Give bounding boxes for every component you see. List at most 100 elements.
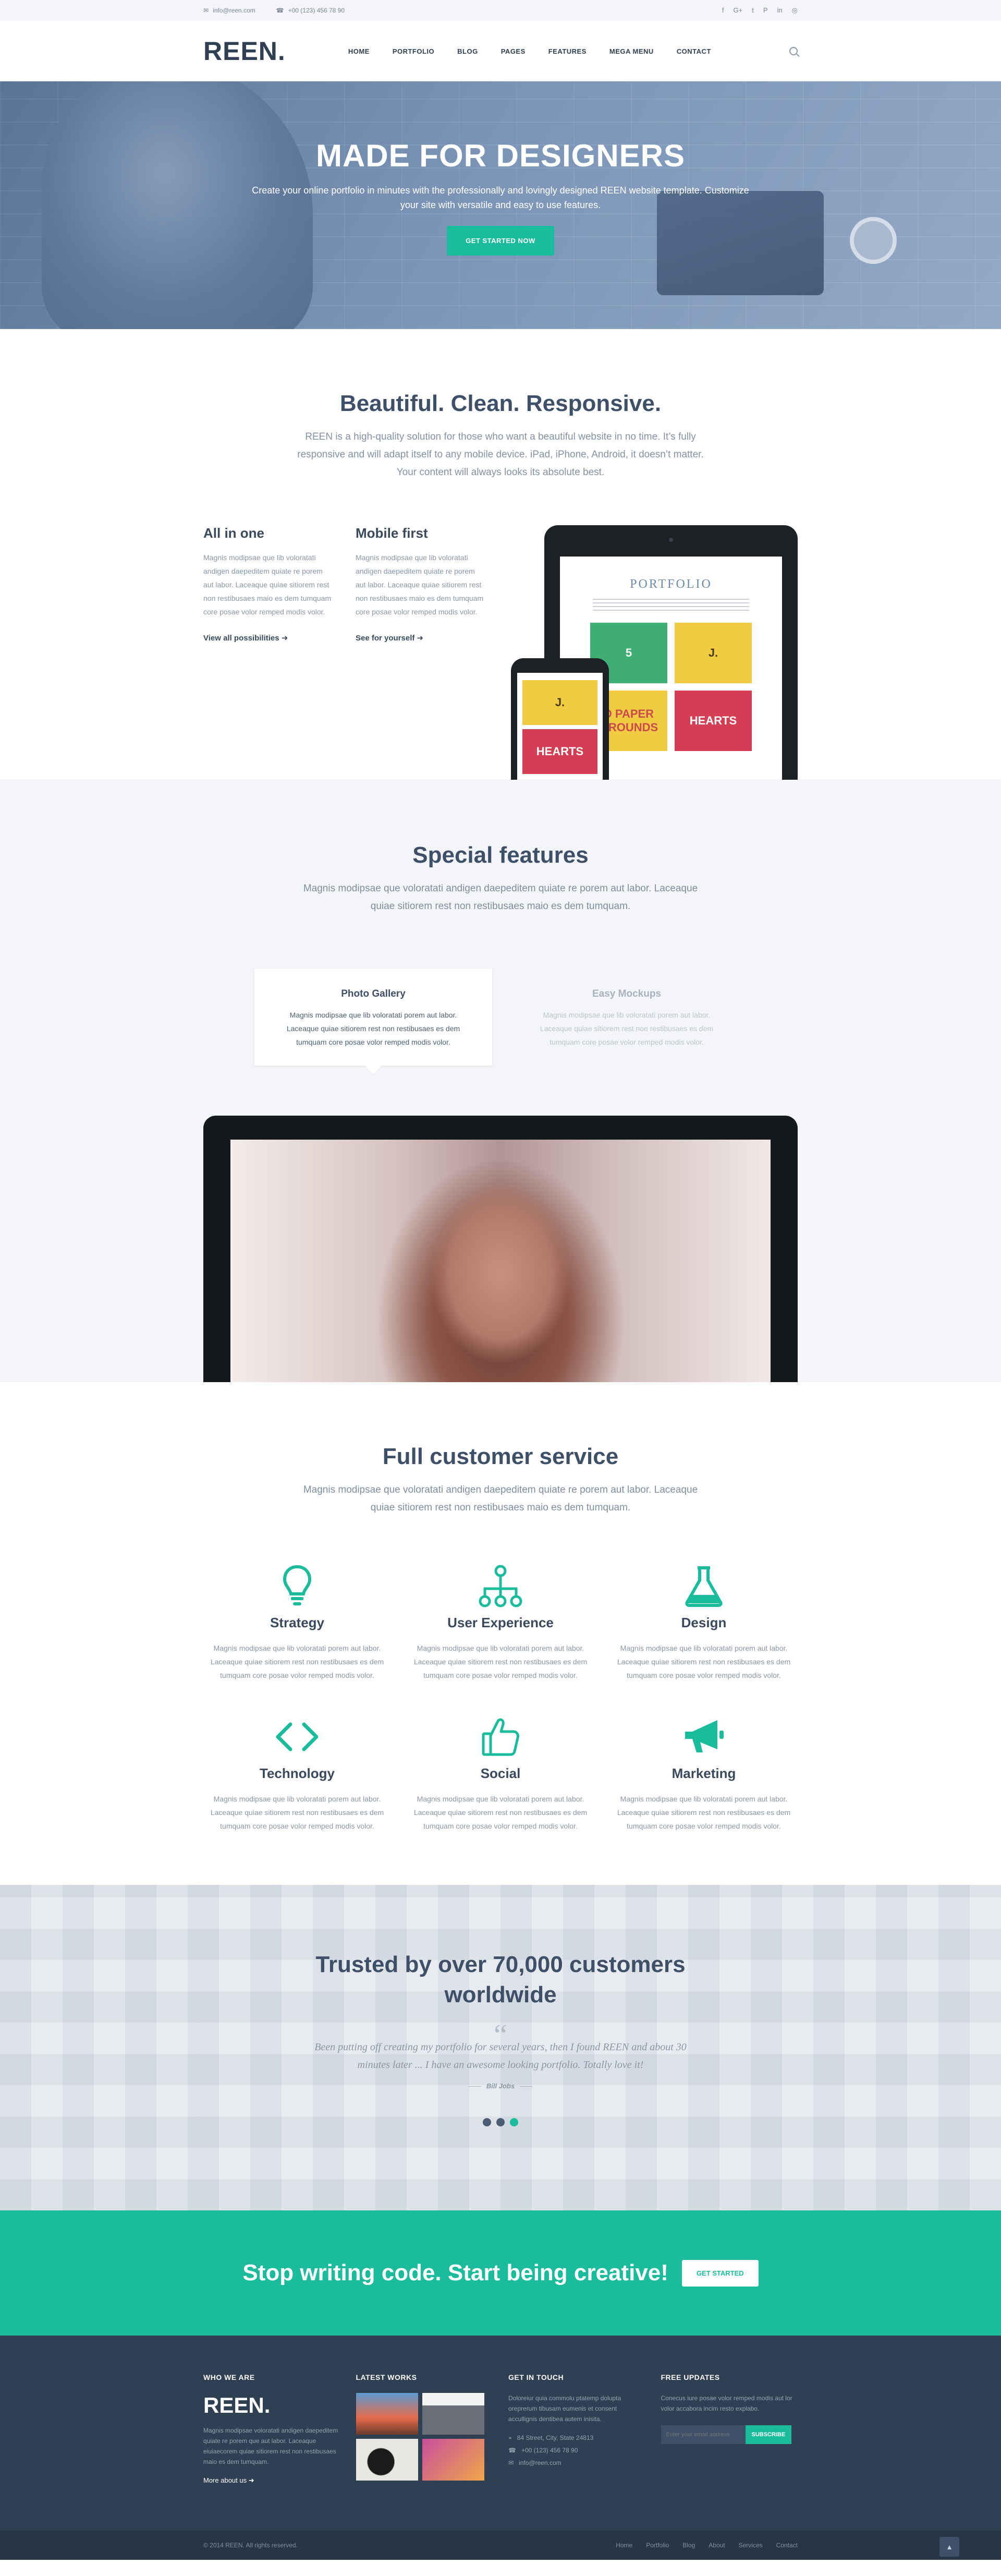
nav-home[interactable]: HOME: [348, 47, 370, 55]
more-about-us-link[interactable]: More about us ➜: [203, 2476, 254, 2485]
topbar-phone: ☎ +00 (123) 456 78 90: [276, 7, 345, 14]
nav-portfolio[interactable]: PORTFOLIO: [393, 47, 434, 55]
intro-lead: REEN is a high-quality solution for thos…: [297, 431, 704, 478]
tab-photo-gallery[interactable]: Photo Gallery Magnis modipsae que lib vo…: [254, 969, 492, 1074]
subscribe-email-input[interactable]: [661, 2425, 746, 2444]
footer-link-services[interactable]: Services: [739, 2542, 763, 2549]
thumbs-up-icon: [407, 1715, 594, 1758]
footer-updates-text: Conecus iure posae volor remped modis au…: [661, 2394, 792, 2412]
service-item: Social Magnis modipsae que lib voloratat…: [407, 1715, 594, 1833]
gallery-photo: [230, 1140, 771, 1382]
footer-logo[interactable]: REEN.: [203, 2393, 340, 2418]
work-thumbnail[interactable]: [422, 2439, 484, 2481]
footer-address-text: 84 Street, City, State 24813: [517, 2434, 594, 2441]
footer-heading: GET IN TOUCH: [508, 2373, 564, 2381]
service-item: Design Magnis modipsae que lib voloratat…: [610, 1565, 798, 1682]
footer-link-blog[interactable]: Blog: [682, 2542, 695, 2549]
features-section: Special features Magnis modipsae que vol…: [0, 780, 1001, 1382]
get-started-button[interactable]: GET STARTED: [681, 2259, 759, 2287]
work-thumbnail[interactable]: [422, 2393, 484, 2435]
envelope-icon: ✉: [508, 2459, 514, 2466]
flask-icon: [610, 1565, 798, 1607]
footer-link-home[interactable]: Home: [616, 2542, 632, 2549]
tab-easy-mockups[interactable]: Easy Mockups Magnis modipsae que lib vol…: [508, 969, 746, 1066]
service-text: Magnis modipsae que lib voloratati porem…: [413, 1644, 588, 1679]
service-item: Technology Magnis modipsae que lib volor…: [203, 1715, 391, 1833]
footer-free-updates: FREE UPDATES Conecus iure posae volor re…: [661, 2373, 798, 2485]
footer-phone: ☎ +00 (123) 456 78 90: [508, 2444, 645, 2457]
footer-email-text: info@reen.com: [519, 2459, 561, 2466]
carousel-dot[interactable]: [496, 2118, 505, 2126]
footer-who-we-are: WHO WE ARE REEN. Magnis modipsae volorat…: [203, 2373, 340, 2485]
facebook-icon[interactable]: f: [722, 6, 724, 15]
linkedin-icon[interactable]: in: [777, 6, 783, 15]
intro-column-all-in-one: All in one Magnis modipsae que lib volor…: [203, 525, 334, 643]
testimonial-section: Trusted by over 70,000 customers worldwi…: [0, 1885, 1001, 2210]
footer-link-portfolio[interactable]: Portfolio: [646, 2542, 669, 2549]
service-text: Magnis modipsae que lib voloratati porem…: [617, 1795, 791, 1830]
carousel-dot[interactable]: [483, 2118, 491, 2126]
see-for-yourself-link[interactable]: See for yourself ➜: [356, 633, 423, 643]
view-all-possibilities-link[interactable]: View all possibilities ➜: [203, 633, 288, 643]
service-title-marketing: Marketing: [672, 1765, 736, 1781]
nav-features[interactable]: FEATURES: [548, 47, 587, 55]
phone-screen: J. HEARTS: [517, 673, 603, 780]
footer-email[interactable]: ✉ info@reen.com: [508, 2457, 645, 2469]
carousel-dot-active[interactable]: [510, 2118, 518, 2126]
logo[interactable]: REEN.: [203, 36, 286, 66]
features-lead: Magnis modipsae que voloratati andigen d…: [303, 883, 698, 912]
nav-mega-menu[interactable]: MEGA MENU: [609, 47, 654, 55]
twitter-icon[interactable]: t: [752, 6, 754, 15]
footer-who-text: Magnis modipsae voloratati andigen daepe…: [203, 2427, 338, 2465]
nav-pages[interactable]: PAGES: [501, 47, 526, 55]
intro-column-mobile-first: Mobile first Magnis modipsae que lib vol…: [356, 525, 486, 643]
google-plus-icon[interactable]: G+: [734, 6, 743, 15]
hero-section: MADE FOR DESIGNERS Create your online po…: [0, 81, 1001, 329]
sitemap-icon: [407, 1565, 594, 1607]
testimonial-title: Trusted by over 70,000 customers worldwi…: [315, 1952, 686, 2007]
service-title-social: Social: [480, 1765, 521, 1781]
search-icon[interactable]: [789, 47, 798, 55]
phone-tile: J.: [522, 680, 597, 725]
footer-phone-text: +00 (123) 456 78 90: [521, 2447, 578, 2454]
nav-blog[interactable]: BLOG: [457, 47, 478, 55]
footer-contact-text: Doloreiur quia commolu ptatemp dolupta o…: [508, 2394, 621, 2423]
topbar-email[interactable]: ✉ info@reen.com: [203, 7, 255, 14]
work-thumbnail[interactable]: [356, 2393, 418, 2435]
footer-heading: LATEST WORKS: [356, 2373, 417, 2381]
footer-links: Home Portfolio Blog About Services Conta…: [616, 2542, 798, 2549]
pinterest-icon[interactable]: P: [763, 6, 768, 15]
cta-section: Stop writing code. Start being creative!…: [0, 2210, 1001, 2336]
work-thumbnail[interactable]: [356, 2439, 418, 2481]
subscribe-button[interactable]: SUBSCRIBE: [745, 2425, 792, 2444]
intro-col2-title: Mobile first: [356, 525, 428, 541]
service-grid: Strategy Magnis modipsae que lib volorat…: [203, 1565, 798, 1833]
tab-easy-mockups-text: Magnis modipsae que lib voloratati porem…: [540, 1011, 714, 1046]
intro-col1-title: All in one: [203, 525, 264, 541]
phone-icon: ☎: [276, 7, 284, 14]
footer-link-about[interactable]: About: [709, 2542, 725, 2549]
get-started-now-button[interactable]: GET STARTED NOW: [447, 226, 554, 256]
intro-section: Beautiful. Clean. Responsive. REEN is a …: [0, 329, 1001, 780]
dribbble-icon[interactable]: ◎: [792, 6, 798, 15]
cta-title: Stop writing code. Start being creative!: [242, 2260, 668, 2285]
service-title-strategy: Strategy: [270, 1615, 325, 1630]
topbar-contacts: ✉ info@reen.com ☎ +00 (123) 456 78 90: [203, 7, 345, 14]
code-icon: [203, 1715, 391, 1758]
service-title-design: Design: [681, 1615, 727, 1630]
service-title-technology: Technology: [260, 1765, 335, 1781]
footer-bottom-bar: © 2014 REEN. All rights reserved. Home P…: [0, 2531, 1001, 2560]
service-lead: Magnis modipsae que voloratati andigen d…: [303, 1484, 698, 1513]
phone-mockup: J. HEARTS: [511, 658, 609, 780]
portfolio-tile: J.: [675, 623, 752, 683]
footer-link-contact[interactable]: Contact: [776, 2542, 798, 2549]
service-item: User Experience Magnis modipsae que lib …: [407, 1565, 594, 1682]
tablet-portfolio-title: PORTFOLIO: [630, 577, 712, 591]
intro-title: Beautiful. Clean. Responsive.: [339, 391, 662, 416]
nav-contact[interactable]: CONTACT: [677, 47, 711, 55]
tab-easy-mockups-title: Easy Mockups: [592, 988, 661, 999]
back-to-top-button[interactable]: ▲: [939, 2537, 959, 2557]
envelope-icon: ✉: [203, 7, 209, 14]
map-pin-icon: ⌖: [508, 2434, 512, 2441]
lightbulb-icon: [203, 1565, 391, 1607]
